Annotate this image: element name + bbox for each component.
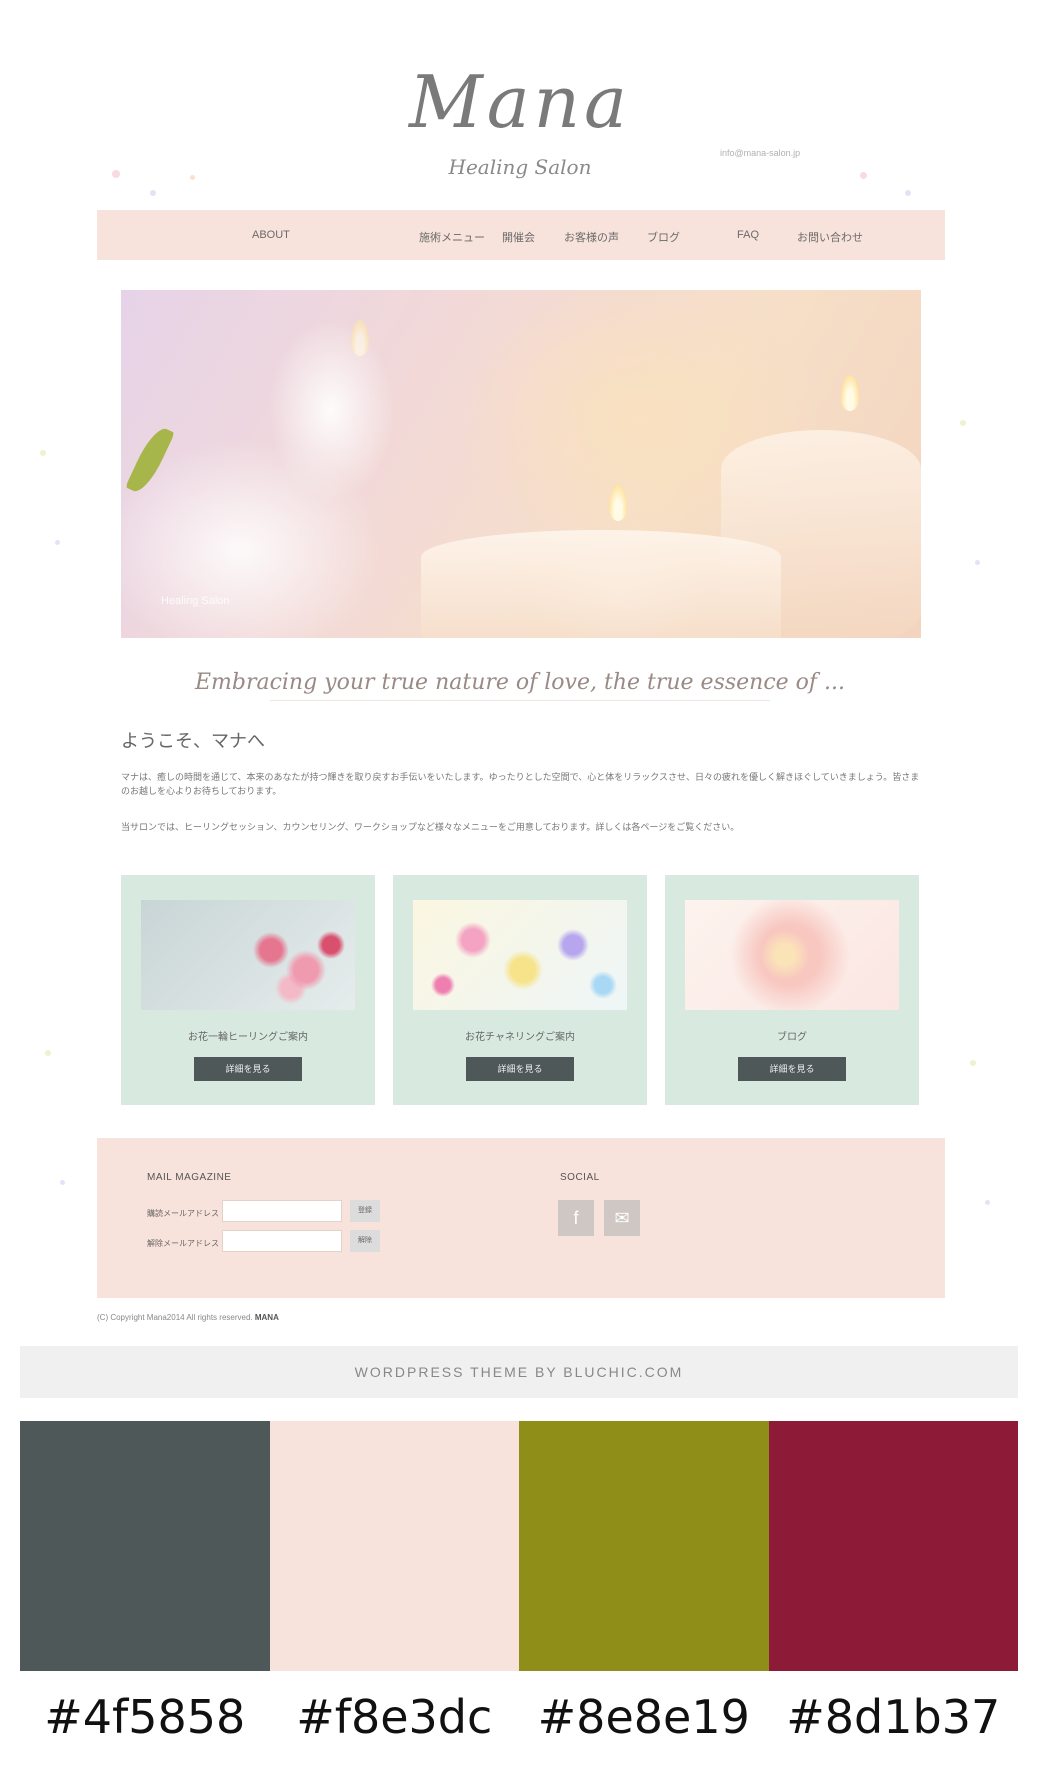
decor-dot: [150, 190, 156, 196]
main-nav: ABOUT 施術メニュー 開催会 お客様の声 ブログ FAQ お問い合わせ: [97, 210, 945, 260]
site-logo[interactable]: Mana: [0, 60, 1040, 144]
card-detail-button[interactable]: 詳細を見る: [194, 1057, 302, 1081]
site-tagline: Healing Salon: [448, 155, 592, 179]
hex-label: #f8e3dc: [296, 1690, 493, 1744]
social-title: SOCIAL: [560, 1172, 600, 1183]
decor-dot: [960, 420, 966, 426]
hex-label: #8e8e19: [537, 1690, 750, 1744]
intro-paragraph: 当サロンでは、ヒーリングセッション、カウンセリング、ワークショップなど様々なメニ…: [121, 822, 740, 832]
candle-flame: [609, 485, 627, 521]
feature-card: お花チャネリングご案内 詳細を見る: [393, 875, 647, 1105]
section-divider: [270, 700, 770, 701]
nav-item-menu[interactable]: 施術メニュー: [419, 229, 485, 245]
nav-item-voices[interactable]: お客様の声: [564, 229, 619, 245]
hex-label: #4f5858: [44, 1690, 246, 1744]
decor-dot: [45, 1050, 51, 1056]
card-image-rose: [685, 900, 899, 1010]
nav-item-about[interactable]: ABOUT: [252, 229, 290, 241]
top-contact[interactable]: info@mana-salon.jp: [720, 148, 800, 158]
subscribe-email-input[interactable]: [222, 1200, 342, 1222]
script-tagline: Embracing your true nature of love, the …: [194, 670, 846, 695]
card-detail-button[interactable]: 詳細を見る: [738, 1057, 846, 1081]
unsubscribe-label: 解除メールアドレス: [147, 1239, 219, 1248]
subscribe-button[interactable]: 登録: [350, 1200, 380, 1222]
color-hex-labels: #4f5858 #f8e3dc #8e8e19 #8d1b37: [20, 1690, 1018, 1744]
card-title: ブログ: [777, 1032, 807, 1043]
card-image-flowers: [413, 900, 627, 1010]
intro-paragraph: マナは、癒しの時間を通じて、本来のあなたが持つ輝きを取り戻すお手伝いをいたします…: [121, 772, 920, 796]
nav-item-events[interactable]: 開催会: [502, 229, 535, 245]
hero-image: Healing Salon: [121, 290, 921, 638]
swatch: [20, 1421, 270, 1671]
card-title: お花一輪ヒーリングご案内: [188, 1032, 308, 1043]
decor-dot: [40, 450, 46, 456]
feature-card: ブログ 詳細を見る: [665, 875, 919, 1105]
subscribe-label: 購読メールアドレス: [147, 1209, 219, 1218]
mail-icon[interactable]: ✉: [604, 1200, 640, 1236]
nav-item-blog[interactable]: ブログ: [647, 229, 680, 245]
decor-dot: [975, 560, 980, 565]
decor-dot: [970, 1060, 976, 1066]
candle-flame: [841, 375, 859, 411]
decor-dot: [985, 1200, 990, 1205]
facebook-icon[interactable]: f: [558, 1200, 594, 1236]
feature-card: お花一輪ヒーリングご案内 詳細を見る: [121, 875, 375, 1105]
card-title: お花チャネリングご案内: [465, 1032, 575, 1043]
color-swatches: [20, 1421, 1018, 1671]
nav-item-faq[interactable]: FAQ: [737, 229, 759, 241]
card-image-roses: [141, 900, 355, 1010]
card-detail-button[interactable]: 詳細を見る: [466, 1057, 574, 1081]
candle-flame: [351, 320, 369, 356]
swatch: [768, 1421, 1018, 1671]
swatch: [269, 1421, 519, 1671]
hex-label: #8d1b37: [786, 1690, 1001, 1744]
decor-dot: [905, 190, 911, 196]
unsubscribe-email-input[interactable]: [222, 1230, 342, 1252]
hero-caption: Healing Salon: [161, 595, 230, 607]
unsubscribe-button[interactable]: 解除: [350, 1230, 380, 1252]
swatch: [519, 1421, 769, 1671]
copyright-text: (C) Copyright Mana2014 All rights reserv…: [97, 1313, 253, 1322]
newsletter-title: MAIL MAGAZINE: [147, 1172, 232, 1183]
nav-item-contact[interactable]: お問い合わせ: [797, 229, 863, 245]
palette-board: Mana Healing Salon info@mana-salon.jp AB…: [0, 0, 1040, 1775]
theme-credit[interactable]: WORDPRESS THEME BY BLUCHIC.COM: [20, 1346, 1018, 1398]
decor-dot: [60, 1180, 65, 1185]
welcome-title: ようこそ、マナへ: [121, 731, 265, 751]
decor-dot: [55, 540, 60, 545]
candle-shape: [421, 530, 781, 638]
copyright: (C) Copyright Mana2014 All rights reserv…: [97, 1313, 279, 1322]
leaf-shape: [125, 423, 175, 497]
copyright-brand[interactable]: MANA: [255, 1313, 279, 1322]
